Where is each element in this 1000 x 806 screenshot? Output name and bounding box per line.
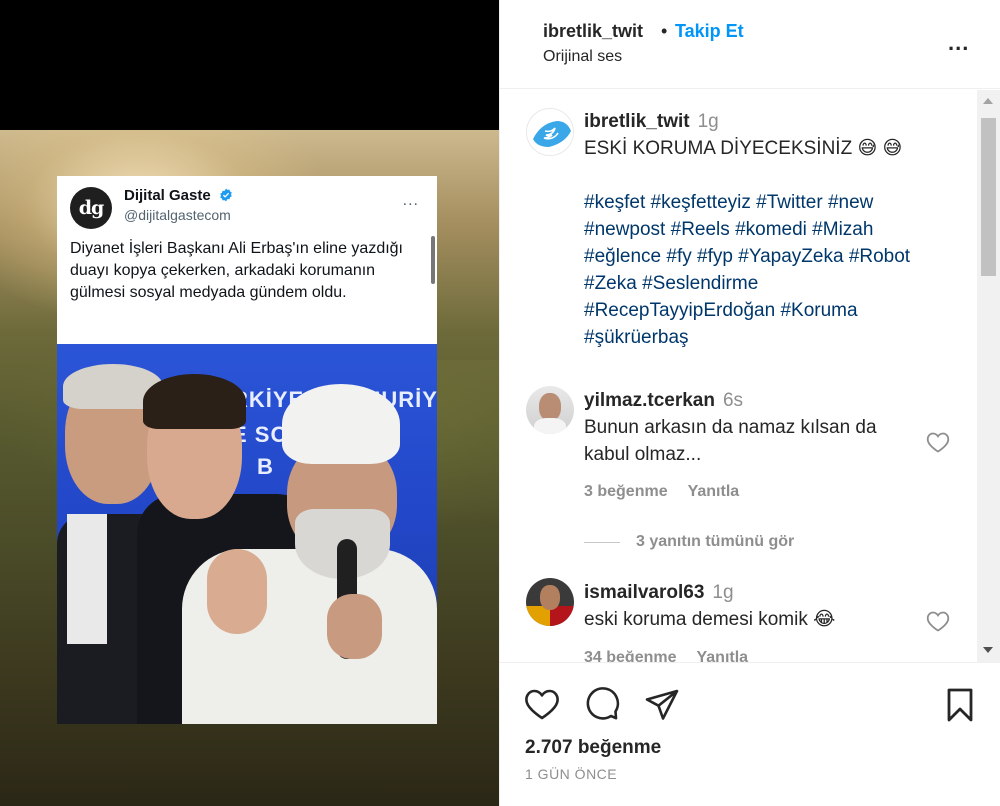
comment-likes[interactable]: 3 beğenme	[584, 483, 668, 500]
tweet-photo: RKİYE CUMHURİYET E SO MET B	[57, 344, 437, 724]
avatar[interactable]	[526, 386, 574, 434]
comment-likes[interactable]: 34 beğenme	[584, 649, 676, 662]
save-icon[interactable]	[942, 687, 978, 723]
follow-button[interactable]: Takip Et	[675, 21, 744, 42]
comment-username[interactable]: ismailvarol63	[584, 582, 704, 603]
caption-text: ESKİ KORUMA DİYECEKSİNİZ 😅 😅	[584, 138, 903, 159]
hashtag[interactable]: #keşfet	[584, 192, 645, 213]
caption-username[interactable]: ibretlik_twit	[584, 111, 690, 132]
hashtag-line: #Zeka #Seslendirme	[584, 270, 954, 297]
hashtag[interactable]: #Mizah	[812, 219, 873, 240]
post-date[interactable]: 1 GÜN ÖNCE	[525, 766, 617, 782]
comment-time[interactable]: 6s	[723, 390, 743, 411]
photo-banner-text: B	[257, 454, 273, 479]
scroll-down-arrow-icon[interactable]	[983, 647, 993, 653]
figure-middle-hair	[143, 374, 246, 429]
caption-header: ibretlik_twit 1g	[584, 108, 719, 135]
comment-icon[interactable]	[584, 687, 620, 723]
header-separator: •	[661, 21, 668, 41]
tweet-account-name: Dijital Gaste	[124, 187, 233, 204]
share-icon[interactable]	[644, 687, 680, 723]
figure-right-hand	[327, 594, 382, 659]
heart-icon[interactable]	[926, 610, 950, 632]
hashtag[interactable]: #Twitter	[756, 192, 823, 213]
avatar[interactable]	[526, 578, 574, 626]
hashtag[interactable]: #Reels	[671, 219, 730, 240]
avatar-face	[539, 393, 561, 421]
hashtag[interactable]: #komedi	[735, 219, 807, 240]
avatar-face	[540, 585, 560, 610]
header-username[interactable]: ibretlik_twit	[543, 21, 643, 42]
tweet-avatar: dg	[70, 187, 112, 229]
twitter-bird-icon	[527, 109, 573, 155]
hashtag-line: #newpost #Reels #komedi #Mizah	[584, 216, 954, 243]
heart-icon[interactable]	[524, 687, 560, 723]
scroll-up-arrow-icon[interactable]	[983, 98, 993, 104]
tweet-text: Diyanet İşleri Başkanı Ali Erbaş'ın elin…	[70, 240, 403, 301]
hashtag[interactable]: #new	[828, 192, 873, 213]
avatar-shirt	[534, 418, 566, 434]
hashtag[interactable]: #fyp	[697, 246, 733, 267]
audio-label[interactable]: Orijinal ses	[543, 48, 622, 66]
comment-username[interactable]: yilmaz.tcerkan	[584, 390, 715, 411]
verified-icon	[220, 188, 232, 202]
tweet-card: dg Dijital Gaste @dijitalgastecom ... Di…	[57, 176, 437, 344]
comment-meta: 34 beğenme Yanıtla	[584, 649, 768, 662]
comment-meta: 3 beğenme Yanıtla	[584, 483, 759, 501]
figure-left-shirt	[67, 514, 107, 644]
hashtag[interactable]: #RecepTayyipErdoğan	[584, 300, 775, 321]
comment-header: ismailvarol63 1g	[584, 579, 734, 606]
post-media[interactable]: dg Dijital Gaste @dijitalgastecom ... Di…	[0, 0, 499, 806]
scrollbar-thumb[interactable]	[981, 118, 996, 276]
reply-button[interactable]: Yanıtla	[688, 483, 740, 500]
heart-icon[interactable]	[926, 431, 950, 453]
caption-time[interactable]: 1g	[698, 111, 719, 132]
post-header: ibretlik_twit • Takip Et Orijinal ses ..…	[500, 0, 1000, 89]
view-replies-button[interactable]: 3 yanıtın tümünü gör	[636, 533, 794, 551]
hashtag[interactable]: #YapayZeka	[738, 246, 843, 267]
caption-hashtags: #keşfet #keşfetteyiz #Twitter #new #newp…	[584, 189, 954, 351]
likes-count[interactable]: 2.707 beğenme	[525, 737, 661, 759]
hashtag[interactable]: #eğlence	[584, 246, 661, 267]
comments-list[interactable]: ibretlik_twit 1g ESKİ KORUMA DİYECEKSİNİZ…	[500, 90, 977, 662]
tweet-handle: @dijitalgastecom	[124, 207, 231, 223]
hashtag[interactable]: #fy	[666, 246, 691, 267]
more-options-icon[interactable]: ...	[948, 30, 969, 56]
hashtag[interactable]: #Koruma	[780, 300, 857, 321]
tweet-scroll-indicator	[431, 236, 435, 284]
comment-text-line: Bunun arkasın da namaz kılsan da	[584, 417, 877, 438]
hashtag[interactable]: #Zeka	[584, 273, 637, 294]
hashtag[interactable]: #keşfetteyiz	[651, 192, 751, 213]
replies-divider	[584, 542, 620, 543]
comment-text: Bunun arkasın da namaz kılsan da kabul o…	[584, 414, 877, 468]
figure-right-turban	[282, 384, 400, 464]
hashtag-line: #şükrüerbaş	[584, 324, 954, 351]
hashtag[interactable]: #newpost	[584, 219, 665, 240]
hashtag[interactable]: #Seslendirme	[642, 273, 758, 294]
avatar[interactable]	[526, 108, 574, 156]
comment-time[interactable]: 1g	[712, 582, 733, 603]
more-icon: ...	[402, 192, 419, 209]
hashtag[interactable]: #şükrüerbaş	[584, 327, 689, 348]
video-frame[interactable]: dg Dijital Gaste @dijitalgastecom ... Di…	[0, 130, 499, 806]
scrollbar[interactable]	[977, 90, 1000, 662]
reply-button[interactable]: Yanıtla	[696, 649, 748, 662]
hashtag-line: #keşfet #keşfetteyiz #Twitter #new	[584, 189, 954, 216]
hashtag-line: #RecepTayyipErdoğan #Koruma	[584, 297, 954, 324]
comment-text: eski koruma demesi komik 😂	[584, 609, 836, 630]
hashtag-line: #eğlence #fy #fyp #YapayZeka #Robot	[584, 243, 954, 270]
hashtag[interactable]: #Robot	[849, 246, 910, 267]
action-bar: 2.707 beğenme 1 GÜN ÖNCE	[500, 662, 1000, 806]
post-panel: ibretlik_twit • Takip Et Orijinal ses ..…	[499, 0, 1000, 806]
figure-middle-hand	[207, 549, 267, 634]
comment-text-line: kabul olmaz...	[584, 444, 702, 465]
tweet-account-name-text: Dijital Gaste	[124, 187, 211, 204]
comment-header: yilmaz.tcerkan 6s	[584, 387, 743, 414]
